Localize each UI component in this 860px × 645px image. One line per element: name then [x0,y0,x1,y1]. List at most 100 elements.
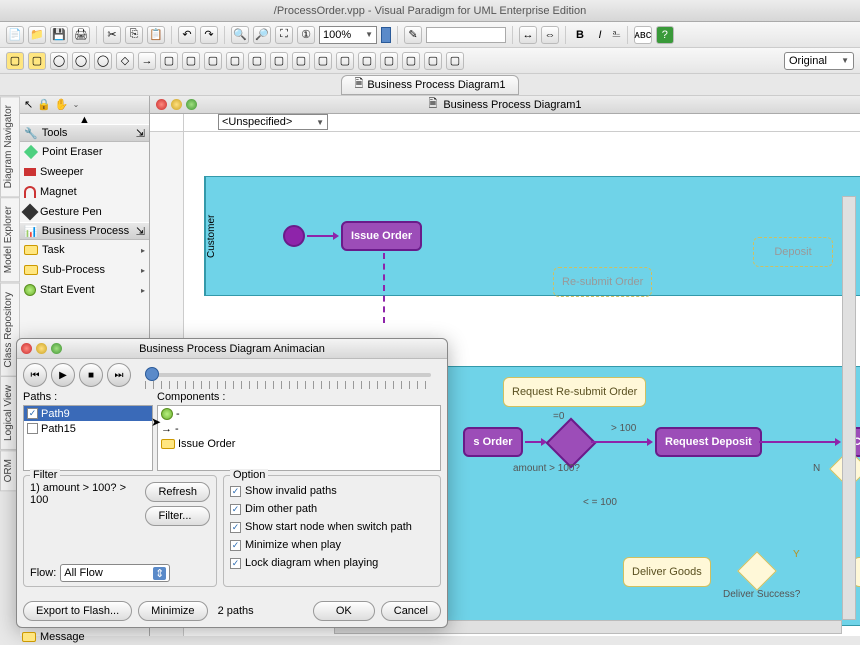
tb2-7[interactable]: → [138,52,156,70]
tb2-4[interactable]: ◯ [72,52,90,70]
tool-point-eraser[interactable]: Point Eraser [20,142,149,162]
option-show-start[interactable]: ✓Show start node when switch path [230,518,434,536]
side-tab-model-explorer[interactable]: Model Explorer [0,197,20,282]
tb2-9[interactable]: ▢ [182,52,200,70]
minimize-icon[interactable] [36,343,47,354]
tb2-6[interactable]: ◇ [116,52,134,70]
minimize-button[interactable]: Minimize [138,601,207,621]
tb2-12[interactable]: ▢ [248,52,266,70]
zoom-icon[interactable] [51,343,62,354]
option-dim-other[interactable]: ✓Dim other path [230,500,434,518]
copy-icon[interactable]: ⎘ [125,26,143,44]
cancel-button[interactable]: Cancel [381,601,441,621]
timeline-slider[interactable] [145,373,431,377]
option-lock-diagram[interactable]: ✓Lock diagram when playing [230,554,434,572]
path-item[interactable]: ✓Path9 [24,406,152,421]
gateway-deliver-success[interactable] [737,551,777,591]
original-dropdown[interactable]: Original▼ [784,52,854,70]
minimize-icon[interactable] [171,99,182,110]
option-minimize-play[interactable]: ✓Minimize when play [230,536,434,554]
tb2-14[interactable]: ▢ [292,52,310,70]
tools-section-header[interactable]: 🔧 Tools ⇲ [20,124,149,142]
redo-icon[interactable]: ↷ [200,26,218,44]
tool-sweeper[interactable]: Sweeper [20,162,149,182]
align-icon[interactable]: ↔ [519,26,537,44]
spell-icon[interactable]: ᴀʙᴄ [634,26,652,44]
task-resubmit-order[interactable]: Re-submit Order [553,267,652,297]
tb2-16[interactable]: ▢ [336,52,354,70]
components-list[interactable]: - →- Issue Order [157,405,441,471]
play-button[interactable]: ▶ [51,363,75,387]
close-icon[interactable] [21,343,32,354]
tb2-18[interactable]: ▢ [380,52,398,70]
document-tab[interactable]: 🗎 Business Process Diagram1 [341,75,518,95]
message-flow[interactable] [383,253,385,323]
bp-section-header[interactable]: 📊 Business Process ⇲ [20,222,149,240]
filter-button[interactable]: Filter... [145,506,210,526]
component-item[interactable]: - [158,406,440,421]
flow-arrow[interactable] [591,441,651,443]
bottom-panel-item[interactable]: Message [22,631,85,643]
tb2-3[interactable]: ◯ [50,52,68,70]
tb2-13[interactable]: ▢ [270,52,288,70]
zoom-100-icon[interactable]: ① [297,26,315,44]
checkbox-icon[interactable]: ✓ [27,408,38,419]
zoom-combo[interactable]: 100%▼ [319,26,377,44]
stop-button[interactable]: ■ [79,363,103,387]
collapse-up-icon[interactable]: ▲ [20,114,149,124]
lane-customer[interactable]: Customer Issue Order Re-submit Order Dep… [204,176,860,296]
rewind-button[interactable]: ⏮ [23,363,47,387]
slider-thumb[interactable] [145,367,159,381]
tb2-11[interactable]: ▢ [226,52,244,70]
export-flash-button[interactable]: Export to Flash... [23,601,132,621]
checkbox-icon[interactable] [27,423,38,434]
zoom-fit-icon[interactable]: ⛶ [275,26,293,44]
close-icon[interactable] [156,99,167,110]
forward-button[interactable]: ⏭ [107,363,131,387]
tb2-1[interactable]: ▢ [6,52,24,70]
task-deliver-goods[interactable]: Deliver Goods [623,557,711,587]
lock-icon[interactable]: 🔒 [37,98,51,111]
bp-start-event[interactable]: Start Event▸ [20,280,149,300]
side-tab-diagram-navigator[interactable]: Diagram Navigator [0,96,20,197]
chevron-down-icon[interactable]: ⌄ [73,100,80,109]
tb2-20[interactable]: ▢ [424,52,442,70]
help-icon[interactable]: ? [656,26,674,44]
task-request-resubmit[interactable]: Request Re-submit Order [503,377,646,407]
tb2-15[interactable]: ▢ [314,52,332,70]
pointer-icon[interactable]: ↖ [24,98,33,111]
tb2-17[interactable]: ▢ [358,52,376,70]
new-icon[interactable]: 📄 [6,26,24,44]
style-combo[interactable] [426,27,506,43]
italic-icon[interactable]: I [592,29,608,41]
paste-icon[interactable]: 📋 [147,26,165,44]
distribute-icon[interactable]: ⇔ [541,26,559,44]
tb2-8[interactable]: ▢ [160,52,178,70]
tb2-19[interactable]: ▢ [402,52,420,70]
vertical-scrollbar[interactable] [842,196,856,620]
zoom-icon[interactable] [186,99,197,110]
flow-arrow[interactable] [307,235,337,237]
zoom-in-icon[interactable]: 🔎 [253,26,271,44]
task-s-order[interactable]: s Order [463,427,523,457]
save-icon[interactable]: 💾 [50,26,68,44]
option-show-invalid[interactable]: ✓Show invalid paths [230,482,434,500]
tb2-21[interactable]: ▢ [446,52,464,70]
cut-icon[interactable]: ✂ [103,26,121,44]
dialog-title-bar[interactable]: Business Process Diagram Animacian [17,339,447,359]
bold-icon[interactable]: B [572,29,588,41]
start-event-node[interactable] [283,225,305,247]
pin-icon[interactable]: ⇲ [136,225,145,238]
component-item[interactable]: →- [158,421,440,436]
task-deposit[interactable]: Deposit [753,237,833,267]
flow-arrow[interactable] [759,441,839,443]
path-item[interactable]: Path15 [24,421,152,436]
zoom-dropdown-icon[interactable] [381,27,391,43]
tb2-2[interactable]: ▢ [28,52,46,70]
ok-button[interactable]: OK [313,601,375,621]
tb2-5[interactable]: ◯ [94,52,112,70]
bp-task[interactable]: Task▸ [20,240,149,260]
paths-list[interactable]: ✓Path9 Path15 [23,405,153,471]
print-icon[interactable]: 🖨 [72,26,90,44]
task-request-deposit[interactable]: Request Deposit [655,427,762,457]
